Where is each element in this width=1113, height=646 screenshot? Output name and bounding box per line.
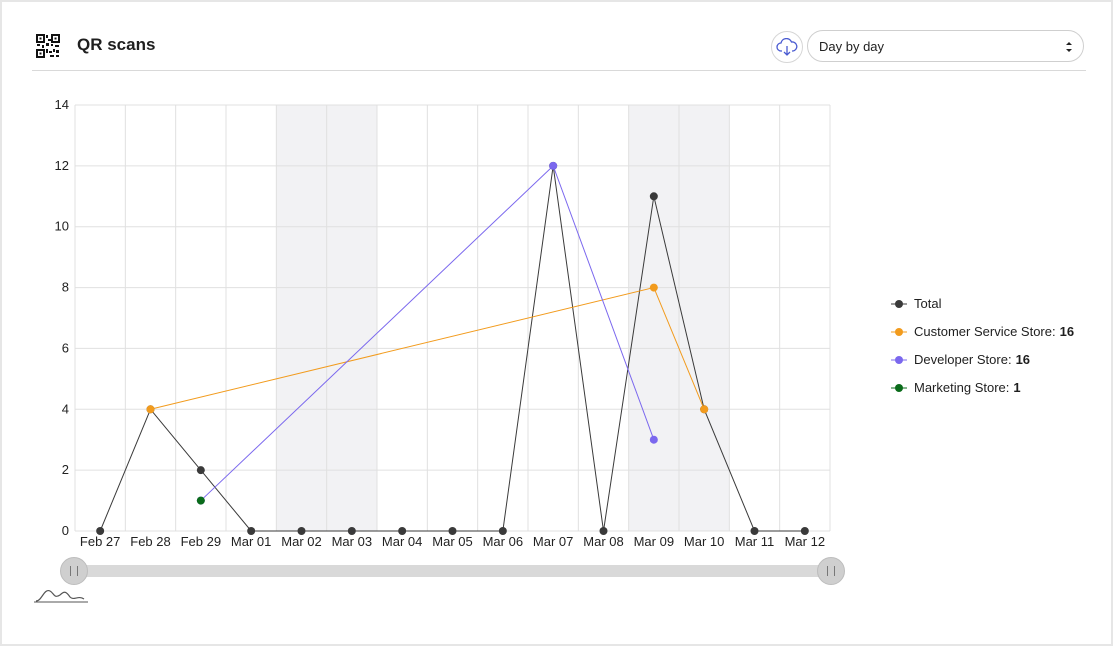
data-point bbox=[398, 527, 407, 535]
legend-item[interactable]: Marketing Store: 1 bbox=[890, 380, 1074, 408]
legend-label: Total bbox=[914, 296, 942, 311]
y-tick-label: 8 bbox=[62, 280, 69, 295]
slider-handle-left[interactable] bbox=[60, 557, 88, 585]
data-point bbox=[700, 405, 709, 414]
x-tick-label: Mar 07 bbox=[533, 534, 573, 549]
data-point bbox=[347, 527, 356, 535]
y-tick-label: 14 bbox=[55, 97, 69, 112]
legend-item[interactable]: Developer Store: 16 bbox=[890, 352, 1074, 380]
x-tick-label: Mar 05 bbox=[432, 534, 472, 549]
slider-track[interactable] bbox=[74, 565, 831, 577]
legend-item[interactable]: Customer Service Store: 16 bbox=[890, 324, 1074, 352]
date-range-slider[interactable] bbox=[60, 557, 845, 585]
x-tick-label: Feb 27 bbox=[80, 534, 120, 549]
data-point bbox=[649, 283, 658, 292]
data-point bbox=[196, 496, 205, 505]
data-point bbox=[549, 161, 558, 170]
data-point bbox=[599, 527, 608, 535]
x-tick-label: Mar 12 bbox=[785, 534, 825, 549]
data-point bbox=[247, 527, 256, 535]
legend-swatch-icon bbox=[891, 356, 907, 364]
legend-swatch-icon bbox=[891, 328, 907, 336]
y-tick-label: 2 bbox=[62, 462, 69, 477]
y-tick-label: 6 bbox=[62, 340, 69, 355]
data-point bbox=[96, 527, 105, 535]
legend-swatch-icon bbox=[891, 300, 907, 308]
x-tick-label: Feb 29 bbox=[181, 534, 221, 549]
legend-total: 16 bbox=[1015, 352, 1031, 367]
legend-label: Developer Store: bbox=[914, 352, 1012, 367]
y-tick-label: 12 bbox=[55, 158, 69, 173]
data-point bbox=[750, 527, 759, 535]
data-point bbox=[800, 527, 809, 535]
x-tick-label: Mar 01 bbox=[231, 534, 271, 549]
y-tick-label: 4 bbox=[62, 401, 69, 416]
data-point bbox=[196, 466, 205, 475]
y-tick-label: 0 bbox=[62, 523, 69, 538]
y-tick-label: 10 bbox=[55, 219, 69, 234]
legend-label: Customer Service Store: bbox=[914, 324, 1056, 339]
x-tick-label: Mar 06 bbox=[483, 534, 523, 549]
legend-total: 16 bbox=[1059, 324, 1075, 339]
mini-chart-preview-icon bbox=[34, 589, 88, 603]
data-point bbox=[146, 405, 155, 414]
legend-total: 1 bbox=[1013, 380, 1021, 395]
legend-label: Marketing Store: bbox=[914, 380, 1010, 395]
x-tick-label: Mar 04 bbox=[382, 534, 422, 549]
data-point bbox=[649, 435, 658, 444]
slider-handle-right[interactable] bbox=[817, 557, 845, 585]
data-point bbox=[297, 527, 306, 535]
x-tick-label: Mar 02 bbox=[281, 534, 321, 549]
data-point bbox=[448, 527, 457, 535]
x-tick-label: Mar 10 bbox=[684, 534, 724, 549]
chart-legend: Total Customer Service Store: 16 Developer… bbox=[890, 296, 1074, 408]
x-tick-label: Mar 03 bbox=[332, 534, 372, 549]
x-tick-label: Mar 11 bbox=[735, 534, 775, 549]
data-point bbox=[649, 192, 658, 201]
x-tick-label: Feb 28 bbox=[130, 534, 170, 549]
x-tick-label: Mar 08 bbox=[583, 534, 623, 549]
data-point bbox=[498, 527, 507, 535]
legend-item[interactable]: Total bbox=[890, 296, 1074, 324]
legend-swatch-icon bbox=[891, 384, 907, 392]
x-tick-label: Mar 09 bbox=[634, 534, 674, 549]
